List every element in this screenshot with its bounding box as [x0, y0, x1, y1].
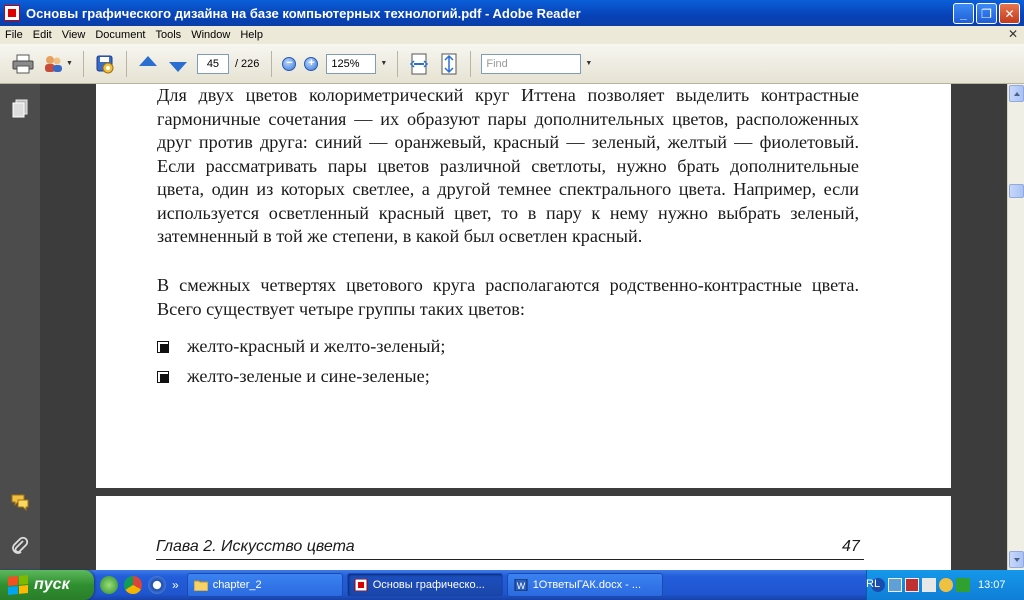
- toolbar: ▼ 45 / 226 − + 125% ▼ Find ▼: [0, 44, 1024, 84]
- zoom-out-icon: −: [282, 56, 297, 71]
- scroll-up-icon: [1014, 92, 1020, 96]
- pdf-app-icon[interactable]: [4, 5, 20, 21]
- scroll-down-icon: [1014, 558, 1020, 562]
- zoom-out-button[interactable]: −: [280, 51, 298, 77]
- menu-help[interactable]: Help: [235, 29, 268, 41]
- header-rule: [156, 559, 864, 560]
- window-title: Основы графического дизайна на базе комп…: [26, 5, 581, 21]
- find-input[interactable]: Find: [481, 53, 582, 74]
- menu-file[interactable]: File: [0, 29, 28, 41]
- task-label: chapter_2: [212, 579, 262, 591]
- navigation-panel: [0, 84, 40, 570]
- vertical-scrollbar[interactable]: [1007, 84, 1024, 570]
- page-total: / 226: [234, 57, 260, 70]
- save-button[interactable]: [92, 51, 118, 77]
- messenger-icon[interactable]: [939, 578, 953, 592]
- fit-page-button[interactable]: [436, 51, 462, 77]
- start-button[interactable]: пуск: [0, 570, 94, 600]
- email-button[interactable]: [40, 51, 66, 77]
- system-tray: 13:07: [866, 570, 1024, 600]
- media-player-icon[interactable]: [148, 576, 166, 594]
- running-header-chapter: Глава 2. Искусство цвета: [156, 538, 355, 555]
- toolbar-separator: [271, 50, 273, 77]
- toolbar-separator: [125, 50, 127, 77]
- list-item: желто-зеленые и сине-зеленые;: [157, 366, 430, 387]
- scroll-down-button[interactable]: [1009, 551, 1024, 568]
- document-page: Для двух цветов колориметрический круг И…: [96, 84, 951, 488]
- close-document-button[interactable]: ✕: [1008, 27, 1018, 41]
- toolbar-separator: [82, 50, 84, 77]
- find-dropdown-icon[interactable]: ▼: [585, 60, 592, 67]
- start-label: пуск: [34, 576, 70, 593]
- network-disconnected-icon[interactable]: [905, 578, 919, 592]
- task-adobe-reader[interactable]: Основы графическо...: [346, 573, 503, 597]
- maximize-button[interactable]: ❐: [976, 3, 997, 24]
- comments-icon[interactable]: [10, 492, 30, 512]
- minimize-button[interactable]: _: [953, 3, 974, 24]
- pages-icon[interactable]: [10, 98, 30, 118]
- paragraph: Для двух цветов колориметрический круг И…: [157, 85, 859, 246]
- language-indicator[interactable]: RL: [866, 578, 880, 590]
- scroll-thumb[interactable]: [1009, 184, 1024, 198]
- zoom-level-select[interactable]: 125%: [326, 53, 377, 74]
- windows-logo-icon: [8, 574, 28, 596]
- paragraph: В смежных четвертях цветового круга расп…: [157, 275, 859, 319]
- checkbox-bullet-icon: [157, 370, 169, 383]
- zoom-dropdown-icon[interactable]: ▼: [380, 60, 387, 67]
- fit-width-icon: [410, 53, 429, 74]
- svg-text:W: W: [516, 581, 525, 591]
- next-page-button[interactable]: [165, 51, 191, 77]
- zoom-in-icon: +: [304, 56, 319, 71]
- window-controls: _ ❐ ✕: [953, 3, 1020, 24]
- menu-edit[interactable]: Edit: [28, 29, 57, 41]
- title-bar[interactable]: Основы графического дизайна на базе комп…: [0, 0, 1024, 26]
- list-item: желто-красный и желто-зеленый;: [157, 336, 445, 357]
- pdf-icon: [354, 579, 368, 591]
- page-number-input[interactable]: 45: [196, 53, 229, 74]
- gear-disk-icon: [96, 55, 114, 73]
- print-button[interactable]: [10, 51, 36, 77]
- toolbar-separator: [470, 50, 472, 77]
- arrow-up-icon: [138, 55, 157, 66]
- scroll-up-button[interactable]: [1009, 85, 1024, 102]
- chrome-icon[interactable]: [124, 576, 142, 594]
- fit-page-icon: [441, 53, 457, 74]
- menu-tools[interactable]: Tools: [151, 29, 187, 41]
- menu-view[interactable]: View: [57, 29, 91, 41]
- utorrent-icon[interactable]: [100, 576, 118, 594]
- attachments-icon[interactable]: [10, 536, 30, 556]
- folder-icon: [193, 580, 208, 591]
- task-label: 1ОтветыГАК.docx - ...: [532, 579, 642, 591]
- menu-document[interactable]: Document: [90, 29, 150, 41]
- checkbox-bullet-icon: [157, 340, 169, 353]
- previous-page-button[interactable]: [135, 51, 161, 77]
- arrow-down-icon: [168, 61, 187, 72]
- zoom-in-button[interactable]: +: [302, 51, 320, 77]
- fit-width-button[interactable]: [406, 51, 432, 77]
- quick-launch-more[interactable]: »: [172, 578, 179, 592]
- email-dropdown-icon[interactable]: ▼: [66, 60, 73, 67]
- task-chapter-2[interactable]: chapter_2: [186, 573, 343, 597]
- people-icon: [45, 55, 62, 72]
- list-item-text: желто-красный и желто-зеленый;: [187, 336, 446, 356]
- document-view[interactable]: Для двух цветов колориметрический круг И…: [40, 84, 1007, 570]
- task-label: Основы графическо...: [372, 579, 485, 591]
- toolbar-separator: [397, 50, 399, 77]
- volume-icon[interactable]: [922, 578, 936, 592]
- network-icon[interactable]: [888, 578, 902, 592]
- list-item-text: желто-зеленые и сине-зеленые;: [187, 366, 430, 386]
- printer-icon: [12, 54, 34, 73]
- document-page: Глава 2. Искусство цвета 47: [96, 496, 951, 570]
- word-icon: W: [514, 579, 528, 591]
- close-button[interactable]: ✕: [999, 3, 1020, 24]
- security-icon[interactable]: [956, 578, 970, 592]
- menu-bar: File Edit View Document Tools Window Hel…: [0, 26, 1024, 44]
- menu-window[interactable]: Window: [186, 29, 235, 41]
- running-header-page-number: 47: [842, 538, 860, 555]
- task-word-document[interactable]: W 1ОтветыГАК.docx - ...: [506, 573, 663, 597]
- clock[interactable]: 13:07: [978, 579, 1006, 591]
